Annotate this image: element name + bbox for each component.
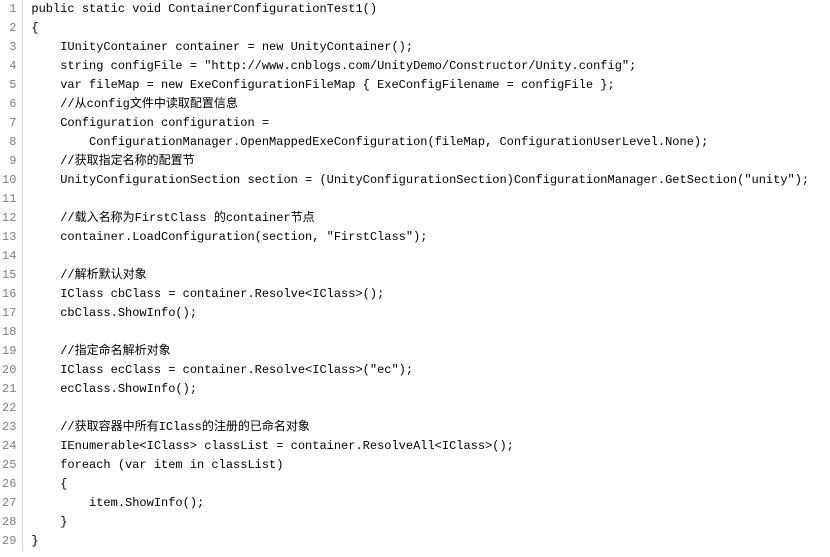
line-number: 12 [2, 209, 16, 228]
code-line: } [31, 513, 809, 532]
line-number: 21 [2, 380, 16, 399]
code-content: public static void ContainerConfiguratio… [23, 0, 809, 551]
line-number: 4 [2, 57, 16, 76]
code-line: //获取容器中所有IClass的注册的已命名对象 [31, 418, 809, 437]
code-line: string configFile = "http://www.cnblogs.… [31, 57, 809, 76]
line-number: 5 [2, 76, 16, 95]
code-line: //获取指定名称的配置节 [31, 152, 809, 171]
code-line: //解析默认对象 [31, 266, 809, 285]
line-number: 28 [2, 513, 16, 532]
code-line [31, 190, 809, 209]
line-number: 23 [2, 418, 16, 437]
line-number: 26 [2, 475, 16, 494]
line-number: 11 [2, 190, 16, 209]
code-line: //指定命名解析对象 [31, 342, 809, 361]
line-number-gutter: 1234567891011121314151617181920212223242… [0, 0, 23, 551]
line-number: 20 [2, 361, 16, 380]
code-line: IClass cbClass = container.Resolve<IClas… [31, 285, 809, 304]
line-number: 27 [2, 494, 16, 513]
line-number: 6 [2, 95, 16, 114]
code-line [31, 323, 809, 342]
line-number: 9 [2, 152, 16, 171]
line-number: 15 [2, 266, 16, 285]
code-line: public static void ContainerConfiguratio… [31, 0, 809, 19]
line-number: 13 [2, 228, 16, 247]
code-line: { [31, 19, 809, 38]
line-number: 25 [2, 456, 16, 475]
line-number: 22 [2, 399, 16, 418]
line-number: 14 [2, 247, 16, 266]
code-line: //载入名称为FirstClass 的container节点 [31, 209, 809, 228]
line-number: 1 [2, 0, 16, 19]
code-line: IClass ecClass = container.Resolve<IClas… [31, 361, 809, 380]
line-number: 16 [2, 285, 16, 304]
line-number: 29 [2, 532, 16, 551]
code-line: UnityConfigurationSection section = (Uni… [31, 171, 809, 190]
code-line: IUnityContainer container = new UnityCon… [31, 38, 809, 57]
code-line: cbClass.ShowInfo(); [31, 304, 809, 323]
code-line: IEnumerable<IClass> classList = containe… [31, 437, 809, 456]
code-line: var fileMap = new ExeConfigurationFileMa… [31, 76, 809, 95]
line-number: 2 [2, 19, 16, 38]
line-number: 8 [2, 133, 16, 152]
code-line [31, 399, 809, 418]
line-number: 17 [2, 304, 16, 323]
line-number: 18 [2, 323, 16, 342]
code-line: ecClass.ShowInfo(); [31, 380, 809, 399]
code-line: container.LoadConfiguration(section, "Fi… [31, 228, 809, 247]
code-line: foreach (var item in classList) [31, 456, 809, 475]
line-number: 19 [2, 342, 16, 361]
line-number: 7 [2, 114, 16, 133]
code-line: } [31, 532, 809, 551]
code-line: { [31, 475, 809, 494]
code-line: //从config文件中读取配置信息 [31, 95, 809, 114]
code-block: 1234567891011121314151617181920212223242… [0, 0, 830, 551]
line-number: 10 [2, 171, 16, 190]
code-line [31, 247, 809, 266]
line-number: 24 [2, 437, 16, 456]
code-line: ConfigurationManager.OpenMappedExeConfig… [31, 133, 809, 152]
line-number: 3 [2, 38, 16, 57]
code-line: Configuration configuration = [31, 114, 809, 133]
code-line: item.ShowInfo(); [31, 494, 809, 513]
